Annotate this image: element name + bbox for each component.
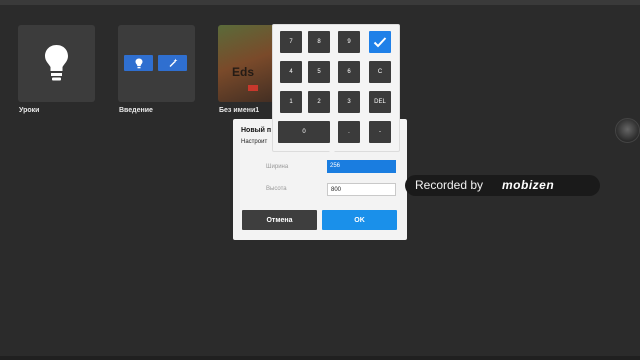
dialog-title: Новый п — [241, 127, 272, 134]
recording-watermark: Recorded by mobizen — [405, 175, 600, 196]
key-3[interactable]: 3 — [338, 91, 360, 113]
key-6[interactable]: 6 — [338, 61, 360, 83]
recorded-by-text: Recorded by — [415, 178, 484, 192]
width-label: Ширина — [266, 164, 289, 170]
key-7[interactable]: 7 — [280, 31, 302, 53]
key-minus[interactable]: - — [369, 121, 391, 143]
mobizen-logo: mobizen — [502, 178, 555, 192]
key-0[interactable]: 0 — [278, 121, 330, 143]
tile-untitled-label: Без имени1 — [219, 107, 260, 114]
key-9[interactable]: 9 — [338, 31, 360, 53]
key-8[interactable]: 8 — [308, 31, 330, 53]
key-2[interactable]: 2 — [308, 91, 330, 113]
key-1[interactable]: 1 — [280, 91, 302, 113]
bottom-bar — [0, 356, 640, 360]
key-4[interactable]: 4 — [280, 61, 302, 83]
lightbulb-icon — [135, 58, 142, 68]
height-field[interactable]: 800 — [327, 183, 396, 196]
tile-lessons[interactable] — [18, 25, 95, 102]
thumbnail-text: Eds — [232, 65, 255, 79]
key-5[interactable]: 5 — [308, 61, 330, 83]
dialog-subtitle: Настроит — [241, 139, 268, 145]
checkmark-icon — [373, 37, 387, 48]
tile-intro[interactable] — [118, 25, 195, 102]
key-clear[interactable]: C — [369, 61, 391, 83]
ok-button[interactable]: OK — [322, 210, 397, 230]
tile-intro-label: Введение — [119, 107, 153, 114]
tile-lessons-label: Уроки — [19, 107, 40, 114]
width-field[interactable]: 256 — [327, 160, 396, 173]
height-label: Высота — [266, 186, 287, 192]
cancel-button[interactable]: Отмена — [242, 210, 317, 230]
done-key[interactable] — [369, 31, 391, 53]
keypad-pointer — [326, 148, 338, 154]
top-bar — [0, 0, 640, 5]
recorder-avatar[interactable] — [615, 118, 640, 143]
lightbulb-icon — [45, 45, 68, 81]
key-decimal[interactable]: . — [338, 121, 360, 143]
magic-wand-icon — [169, 58, 177, 67]
intro-wand-button[interactable] — [158, 55, 187, 71]
thumbnail-detail — [248, 85, 258, 91]
intro-bulb-button[interactable] — [124, 55, 153, 71]
key-delete[interactable]: DEL — [369, 91, 391, 113]
numeric-keypad: 7 8 9 4 5 6 C 1 2 3 DEL 0 . - — [272, 24, 400, 152]
